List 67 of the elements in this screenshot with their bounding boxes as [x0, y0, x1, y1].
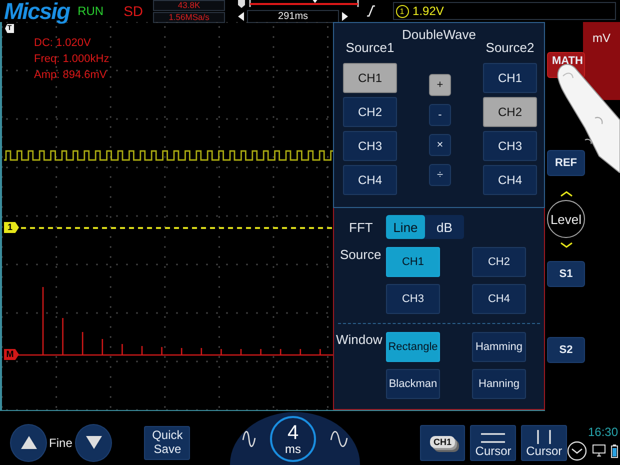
side-button[interactable]: S2 — [547, 337, 585, 363]
measurement-reading: Freq: 1.000kHz — [34, 53, 110, 65]
option-button[interactable]: CH4 — [483, 165, 537, 195]
trigger-level: 1.92V — [412, 4, 444, 18]
option-button[interactable]: CH4 — [343, 165, 397, 195]
unit-label: mV — [583, 22, 620, 100]
timebase-knob[interactable]: 4 ms — [270, 416, 316, 462]
right-arrow-icon[interactable] — [341, 11, 350, 22]
level-knob[interactable]: Level — [547, 200, 585, 238]
operator-button[interactable]: - — [429, 104, 451, 126]
chevron-up-icon[interactable] — [560, 191, 573, 197]
operator-button[interactable]: ÷ — [429, 164, 451, 186]
memory-depth: 43.8K — [153, 0, 226, 10]
option-button[interactable]: Hanning — [472, 369, 526, 399]
sample-rate: 1.56MSa/s — [153, 12, 226, 22]
option-button[interactable]: CH1 — [343, 63, 397, 93]
mode-tab[interactable]: Line — [386, 215, 425, 239]
fine-down-button[interactable] — [75, 424, 112, 462]
cursor-button[interactable]: Cursor — [470, 424, 516, 460]
source-label: Source — [339, 247, 382, 262]
fine-up-button[interactable] — [10, 424, 48, 462]
window-label: Window — [335, 332, 384, 347]
left-arrow-icon[interactable] — [237, 11, 246, 22]
time-offset: 291ms — [247, 10, 340, 23]
option-button[interactable]: Blackman — [386, 369, 440, 399]
option-button[interactable]: CH1 — [386, 247, 440, 277]
option-button[interactable]: Hamming — [472, 332, 526, 362]
channel-button[interactable]: CH1 — [420, 424, 466, 460]
option-button[interactable]: CH2 — [472, 247, 526, 277]
option-button[interactable]: Rectangle — [386, 332, 440, 362]
option-button[interactable]: CH2 — [483, 97, 537, 127]
option-button[interactable]: CH3 — [483, 131, 537, 161]
sine-wave-icon[interactable] — [330, 430, 348, 446]
operator-button[interactable]: + — [429, 74, 451, 96]
option-button[interactable]: CH1 — [483, 63, 537, 93]
option-button[interactable]: CH2 — [343, 97, 397, 127]
run-status: RUN — [78, 4, 104, 18]
fft-label: FFT — [348, 220, 374, 234]
rising-edge-icon — [366, 5, 375, 17]
source-label: Source2 — [486, 40, 534, 55]
channel-marker[interactable]: 1 — [4, 222, 19, 233]
cursor-button[interactable]: Cursor — [521, 424, 568, 460]
panel-title: DoubleWave — [401, 27, 477, 42]
chevron-circle-icon[interactable] — [567, 440, 588, 460]
trigger-source: 1 — [396, 4, 409, 18]
option-button[interactable]: CH3 — [386, 284, 440, 314]
source-label: Source1 — [346, 40, 394, 55]
measurement-reading: Amp: 894.6mV — [34, 69, 108, 81]
acquire-mode: SD — [124, 3, 144, 19]
chevron-down-icon[interactable] — [560, 242, 573, 248]
side-button[interactable]: S1 — [547, 261, 585, 287]
option-button[interactable]: CH3 — [343, 131, 397, 161]
option-button[interactable]: CH4 — [472, 284, 526, 314]
side-button[interactable]: REF — [547, 150, 585, 176]
horizontal-lines-icon — [480, 432, 506, 444]
sine-wave-icon[interactable] — [242, 430, 256, 446]
battery-icon — [611, 444, 618, 458]
channel-marker[interactable]: M — [4, 349, 19, 360]
triangle-up-icon — [20, 436, 37, 449]
measurement-reading: DC: 1.020V — [34, 37, 92, 49]
triangle-down-icon — [86, 436, 102, 449]
fine-label: Fine — [49, 436, 72, 450]
operator-button[interactable]: × — [429, 134, 451, 156]
brand-logo: Micsig — [4, 0, 70, 22]
quick-save-button[interactable]: Quick Save — [144, 426, 190, 460]
clock: 16:30 — [588, 424, 618, 438]
monitor-icon[interactable] — [592, 444, 606, 457]
